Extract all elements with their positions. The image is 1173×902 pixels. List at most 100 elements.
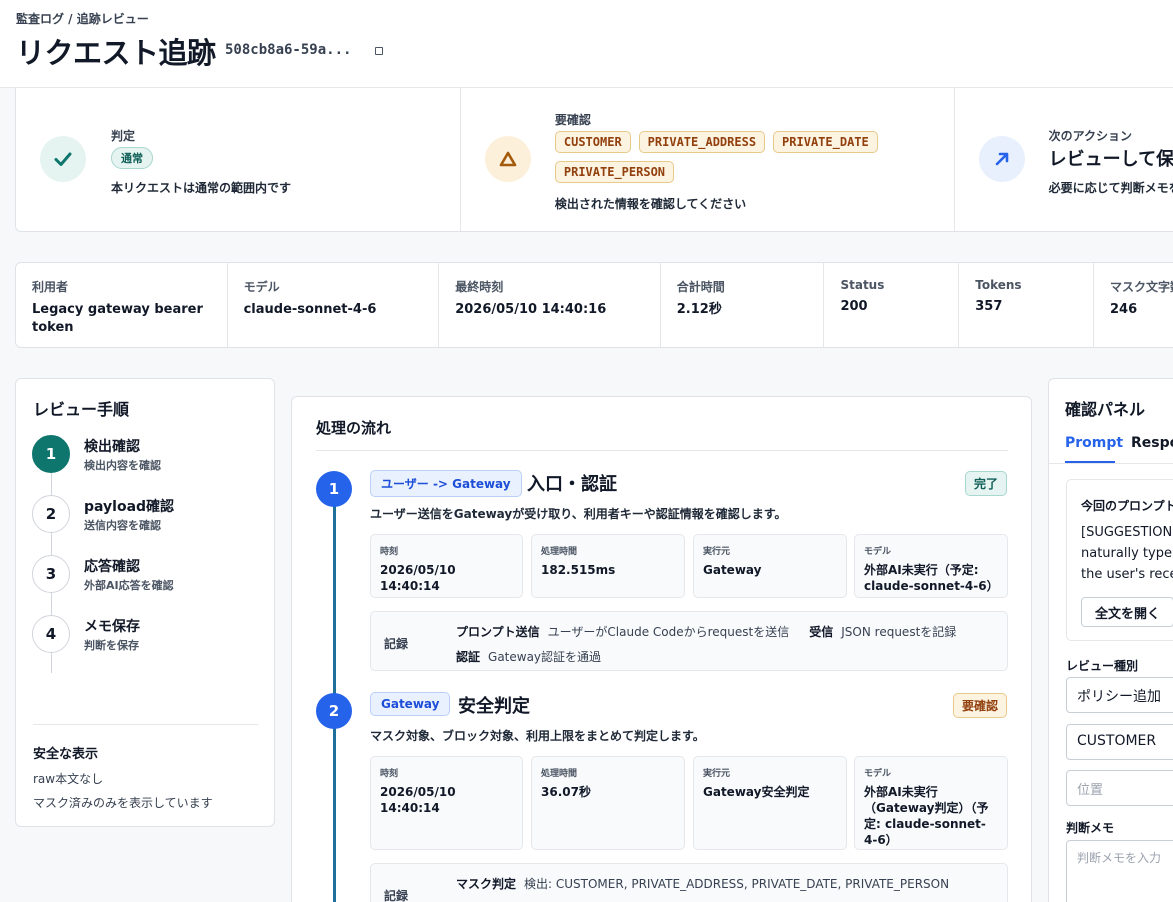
step-title[interactable]: 応答確認 — [84, 556, 140, 576]
meta-total-time: 合計時間 2.12秒 — [661, 263, 825, 347]
record-value: Gateway認証を通過 — [488, 650, 602, 664]
stage-info-cell: 時刻 2026/05/10 14:40:14 — [370, 756, 523, 850]
meta-status: Status 200 — [824, 263, 960, 347]
meta-mask-chars: マスク文字数 246 — [1094, 263, 1173, 347]
check-icon — [40, 136, 86, 182]
process-flow-panel: 処理の流れ 1 ユーザー -> Gateway 入口・認証 完了 ユーザー送信を… — [291, 396, 1032, 902]
pii-tag: PRIVATE_ADDRESS — [638, 131, 766, 153]
prompt-text: [SUGGESTION — [1081, 525, 1173, 540]
stage-info-cell: 時刻 2026/05/10 14:40:14 — [370, 534, 523, 598]
record-key: 受信 — [809, 625, 834, 639]
tab-prompt[interactable]: Prompt — [1065, 435, 1123, 451]
meta-label: モデル — [243, 280, 280, 294]
meta-label: Tokens — [975, 278, 1022, 292]
review-steps-panel: レビュー手順 1 検出確認 検出内容を確認 2 payload確認 送信内容を確… — [15, 378, 275, 827]
next-action-cell: 次のアクション レビューして保存 必要に応じて判断メモを — [955, 88, 1173, 231]
verdict-label: 判定 — [111, 129, 136, 143]
status-badge: 通常 — [111, 147, 153, 169]
verdict-text: 本リクエストは通常の範囲内です — [111, 181, 292, 195]
memo-label: 判断メモ — [1066, 821, 1115, 835]
review-type-select[interactable]: ポリシー追加 — [1066, 677, 1173, 713]
info-label: モデル — [864, 769, 892, 779]
meta-value: 2.12秒 — [676, 302, 722, 317]
next-action-label: 次のアクション — [1048, 129, 1133, 143]
memo-textarea[interactable]: 判断メモを入力 — [1066, 840, 1173, 902]
position-input[interactable]: 位置 — [1066, 770, 1173, 806]
meta-label: 合計時間 — [676, 280, 725, 294]
stage-tag: ユーザー -> Gateway — [370, 470, 522, 497]
record-key: マスク判定 — [456, 877, 517, 891]
stage-number: 2 — [316, 693, 352, 729]
warning-icon — [484, 136, 531, 182]
info-value: 182.515ms — [541, 563, 616, 577]
confirm-panel: 確認パネル Prompt Response 今回のプロンプト [SUGGESTI… — [1048, 378, 1173, 902]
step-subtitle: 外部AI応答を確認 — [84, 579, 174, 592]
stage-title: 入口・認証 — [527, 474, 617, 495]
pii-tag-list: CUSTOMER PRIVATE_ADDRESS PRIVATE_DATE PR… — [554, 131, 925, 183]
stage-info-cell: モデル 外部AI未実行（予定: claude-sonnet-4-6） — [854, 534, 1008, 598]
open-full-button[interactable]: 全文を開く — [1081, 597, 1173, 627]
pii-tag: PRIVATE_DATE — [773, 131, 878, 153]
stage-info-cell: 実行元 Gateway — [693, 534, 847, 598]
record-line: プロンプト送信 ユーザーがClaude Codeからrequestを送信 受信 JSO… — [456, 621, 976, 640]
next-action-title: レビューして保存 — [1048, 149, 1173, 170]
step-number[interactable]: 1 — [32, 435, 70, 473]
stage-title: 安全判定 — [458, 696, 530, 717]
stage-info-cell: モデル 外部AI未実行（Gateway判定）（予定: claude-sonnet… — [854, 756, 1008, 850]
request-id: 508cb8a6-59a... — [225, 42, 352, 58]
stage-tag: Gateway — [370, 692, 451, 716]
stage-info-cell: 処理時間 182.515ms — [531, 534, 685, 598]
stage-info-cell: 処理時間 36.07秒 — [531, 756, 685, 850]
record-line: マスク判定 検出: CUSTOMER, PRIVATE_ADDRESS, PRIV… — [456, 873, 969, 892]
stage-record: 記録 マスク判定 検出: CUSTOMER, PRIVATE_ADDRESS, P… — [370, 863, 1008, 902]
stage-status-badge: 要確認 — [952, 693, 1007, 718]
page-title: リクエスト追跡 — [16, 36, 216, 70]
record-value: 検出: CUSTOMER, PRIVATE_ADDRESS, PRIVATE_D… — [524, 877, 950, 891]
step-number[interactable]: 4 — [32, 615, 70, 653]
prompt-preview-box: 今回のプロンプト [SUGGESTION naturally type n th… — [1066, 479, 1173, 641]
divider — [1049, 463, 1173, 464]
info-value: 36.07秒 — [541, 785, 591, 799]
stage-number: 1 — [316, 471, 352, 507]
info-label: モデル — [864, 547, 892, 557]
info-value: 2026/05/10 14:40:14 — [380, 563, 456, 593]
meta-value: 2026/05/10 14:40:16 — [455, 302, 607, 317]
record-value: JSON requestを記録 — [841, 625, 957, 639]
copy-icon[interactable] — [375, 47, 383, 55]
prompt-text: the user's recen — [1081, 567, 1173, 582]
step-subtitle: 判断を保存 — [84, 639, 139, 652]
stage-description: ユーザー送信をGatewayが受け取り、利用者キーや認証情報を確認します。 — [370, 507, 787, 521]
record-line: 認証 Gateway認証を通過 — [456, 646, 621, 665]
process-flow-title: 処理の流れ — [316, 419, 392, 437]
stage-record: 記録 プロンプト送信 ユーザーがClaude Codeからrequestを送信 受信… — [370, 611, 1008, 671]
meta-user: 利用者 Legacy gateway bearer token — [16, 263, 228, 347]
breadcrumb[interactable]: 監査ログ / 追跡レビュー — [16, 10, 149, 27]
step-subtitle: 送信内容を確認 — [84, 519, 161, 532]
stage-info-cell: 実行元 Gateway安全判定 — [693, 756, 847, 850]
prompt-heading: 今回のプロンプト — [1081, 499, 1173, 513]
record-label: 記録 — [384, 889, 409, 902]
step-number[interactable]: 3 — [32, 555, 70, 593]
step-title[interactable]: 検出確認 — [84, 436, 140, 456]
meta-bar: 利用者 Legacy gateway bearer token モデル clau… — [15, 262, 1173, 348]
review-steps-title: レビュー手順 — [33, 400, 130, 419]
step-subtitle: 検出内容を確認 — [84, 459, 161, 472]
step-title[interactable]: payload確認 — [84, 496, 174, 516]
meta-label: マスク文字数 — [1110, 280, 1173, 294]
meta-value: 357 — [975, 299, 1003, 314]
info-value: Gateway — [703, 563, 762, 577]
tab-response[interactable]: Response — [1131, 435, 1173, 451]
stage-status-badge: 完了 — [964, 471, 1007, 496]
step-number[interactable]: 2 — [32, 495, 70, 533]
stage-description: マスク対象、ブロック対象、利用上限をまとめて判定します。 — [370, 729, 705, 743]
meta-value: claude-sonnet-4-6 — [243, 302, 377, 317]
meta-value: 200 — [840, 299, 868, 314]
safe-display-line: raw本文なし — [33, 772, 104, 786]
info-label: 処理時間 — [541, 769, 578, 779]
entity-select[interactable]: CUSTOMER — [1066, 724, 1173, 760]
record-key: プロンプト送信 — [456, 625, 540, 639]
next-action-text: 必要に応じて判断メモを — [1048, 181, 1173, 195]
page-header: 監査ログ / 追跡レビュー リクエスト追跡 508cb8a6-59a... — [0, 0, 1173, 88]
safe-display-title: 安全な表示 — [33, 747, 99, 762]
step-title[interactable]: メモ保存 — [84, 616, 140, 636]
